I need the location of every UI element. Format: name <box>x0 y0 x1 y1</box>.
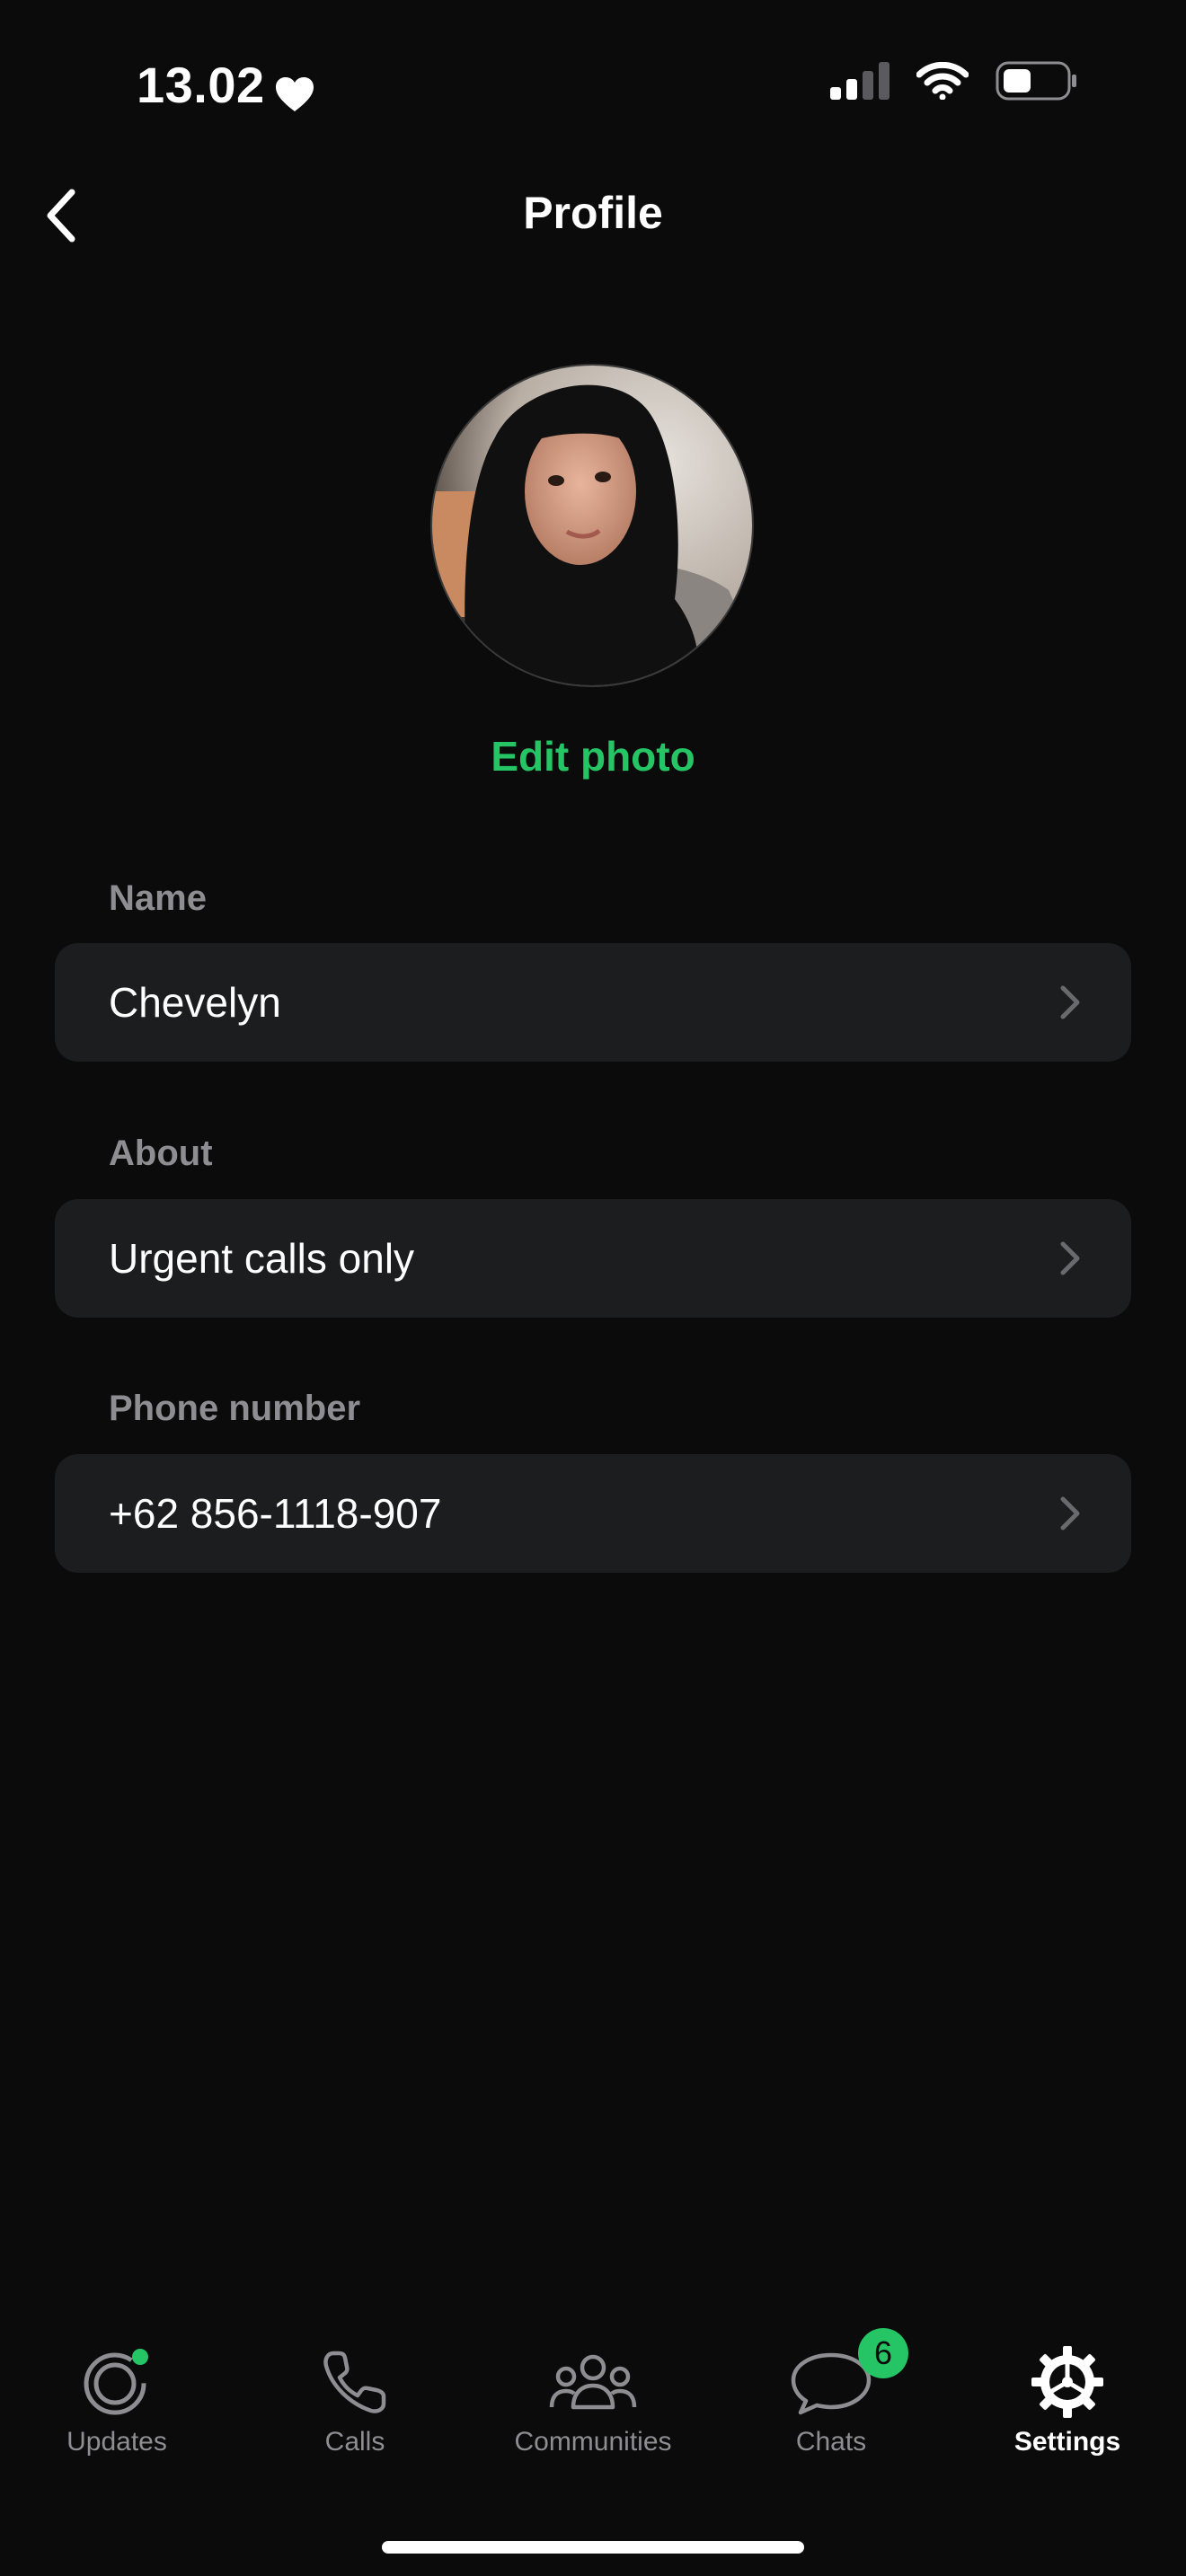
chevron-right-icon <box>1059 1495 1081 1531</box>
chats-icon: 6 <box>788 2328 908 2420</box>
status-time-text: 13.02 <box>137 57 265 113</box>
name-field[interactable]: Chevelyn <box>55 943 1131 1062</box>
tab-calls[interactable]: Calls <box>256 2344 454 2470</box>
home-indicator <box>382 2541 804 2554</box>
status-bar: 13.02 <box>0 0 1186 171</box>
phone-value: +62 856-1118-907 <box>109 1490 442 1537</box>
tab-settings-label: Settings <box>1013 2427 1121 2457</box>
tab-updates-label: Updates <box>66 2427 167 2457</box>
profile-avatar[interactable] <box>430 364 754 687</box>
chevron-right-icon <box>1059 984 1081 1020</box>
tab-chats-label: Chats <box>795 2427 867 2457</box>
name-value: Chevelyn <box>109 979 281 1026</box>
gear-icon <box>1030 2344 1105 2420</box>
tab-bar: Updates Calls Communities 6 Chats Settin… <box>0 2328 1186 2470</box>
tab-communities-label: Communities <box>514 2427 672 2457</box>
about-value: Urgent calls only <box>109 1235 415 1282</box>
heart-icon <box>274 66 315 111</box>
phone-field[interactable]: +62 856-1118-907 <box>55 1454 1131 1573</box>
tab-settings[interactable]: Settings <box>969 2344 1166 2470</box>
communities-icon <box>548 2344 638 2420</box>
status-indicators <box>830 61 1078 105</box>
name-label: Name <box>109 878 207 918</box>
phone-icon <box>321 2344 389 2420</box>
tab-calls-label: Calls <box>324 2427 385 2457</box>
profile-photo <box>432 366 752 685</box>
tab-chats[interactable]: 6 Chats <box>732 2328 930 2470</box>
updates-icon <box>81 2344 153 2420</box>
page-title: Profile <box>523 188 663 238</box>
signal-icon <box>830 62 890 104</box>
tab-communities[interactable]: Communities <box>494 2344 692 2470</box>
about-label: About <box>109 1134 213 1173</box>
about-field[interactable]: Urgent calls only <box>55 1199 1131 1318</box>
tab-updates[interactable]: Updates <box>18 2344 216 2470</box>
wifi-icon <box>916 61 969 104</box>
chats-badge: 6 <box>858 2328 908 2378</box>
header: Profile <box>0 171 1186 251</box>
chevron-right-icon <box>1059 1240 1081 1276</box>
edit-photo-button[interactable]: Edit photo <box>0 732 1186 781</box>
battery-icon <box>996 61 1078 105</box>
status-time: 13.02 <box>137 56 315 114</box>
phone-label: Phone number <box>109 1389 361 1428</box>
